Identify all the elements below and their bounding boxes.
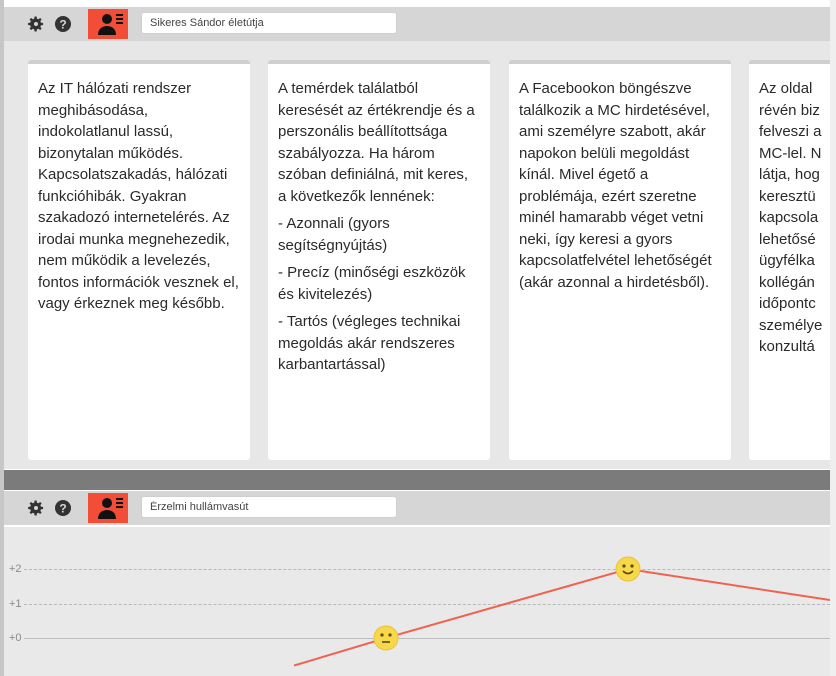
persona-icon[interactable] <box>88 9 128 39</box>
card-text: A temérdek találatból keresését az érték… <box>278 80 479 205</box>
gear-icon[interactable] <box>26 498 46 518</box>
card-facebook[interactable]: A Facebookon böngészve találkozik a MC h… <box>509 60 731 460</box>
card-text: A Facebookon böngészve találkozik a MC h… <box>519 80 716 291</box>
card-website[interactable]: Az oldal révén biz felveszi a MC-lel. N … <box>749 60 830 460</box>
emotion-chart: +2 +1 +0 <box>4 527 830 676</box>
app-frame: ? Az IT hálózati rendszer meghibásodása,… <box>0 0 836 676</box>
help-icon[interactable]: ? <box>53 498 73 518</box>
card-item-3: - Tartós (végleges technikai megoldás ak… <box>278 313 465 373</box>
happy-face-icon[interactable] <box>615 556 641 582</box>
panel2-toolbar: ? <box>4 491 830 525</box>
svg-text:?: ? <box>59 18 66 32</box>
emotion-line <box>293 567 830 667</box>
cards-area: Az IT hálózati rendszer meghibásodása, i… <box>4 41 830 469</box>
gear-icon[interactable] <box>26 14 46 34</box>
card-item-1: - Azonnali (gyors segítségnyújtás) <box>278 215 394 254</box>
panel2-title-input[interactable] <box>141 496 397 518</box>
chart-svg <box>293 556 830 667</box>
neutral-face-icon[interactable] <box>373 625 399 651</box>
right-scrollbar-track[interactable] <box>830 0 836 676</box>
card-item-2: - Precíz (minőségi eszközök és kivitelez… <box>278 264 470 303</box>
panel1-toolbar: ? <box>4 7 830 41</box>
card-search[interactable]: A temérdek találatból keresését az érték… <box>268 60 490 460</box>
panel1-title-input[interactable] <box>141 12 397 34</box>
persona-icon[interactable] <box>88 493 128 523</box>
card-problem[interactable]: Az IT hálózati rendszer meghibásodása, i… <box>28 60 250 460</box>
card-text: Az oldal révén biz felveszi a MC-lel. N … <box>759 80 823 355</box>
help-icon[interactable]: ? <box>53 14 73 34</box>
svg-text:?: ? <box>59 502 66 516</box>
panel-divider <box>4 470 830 490</box>
card-text: Az IT hálózati rendszer meghibásodása, i… <box>38 80 244 312</box>
